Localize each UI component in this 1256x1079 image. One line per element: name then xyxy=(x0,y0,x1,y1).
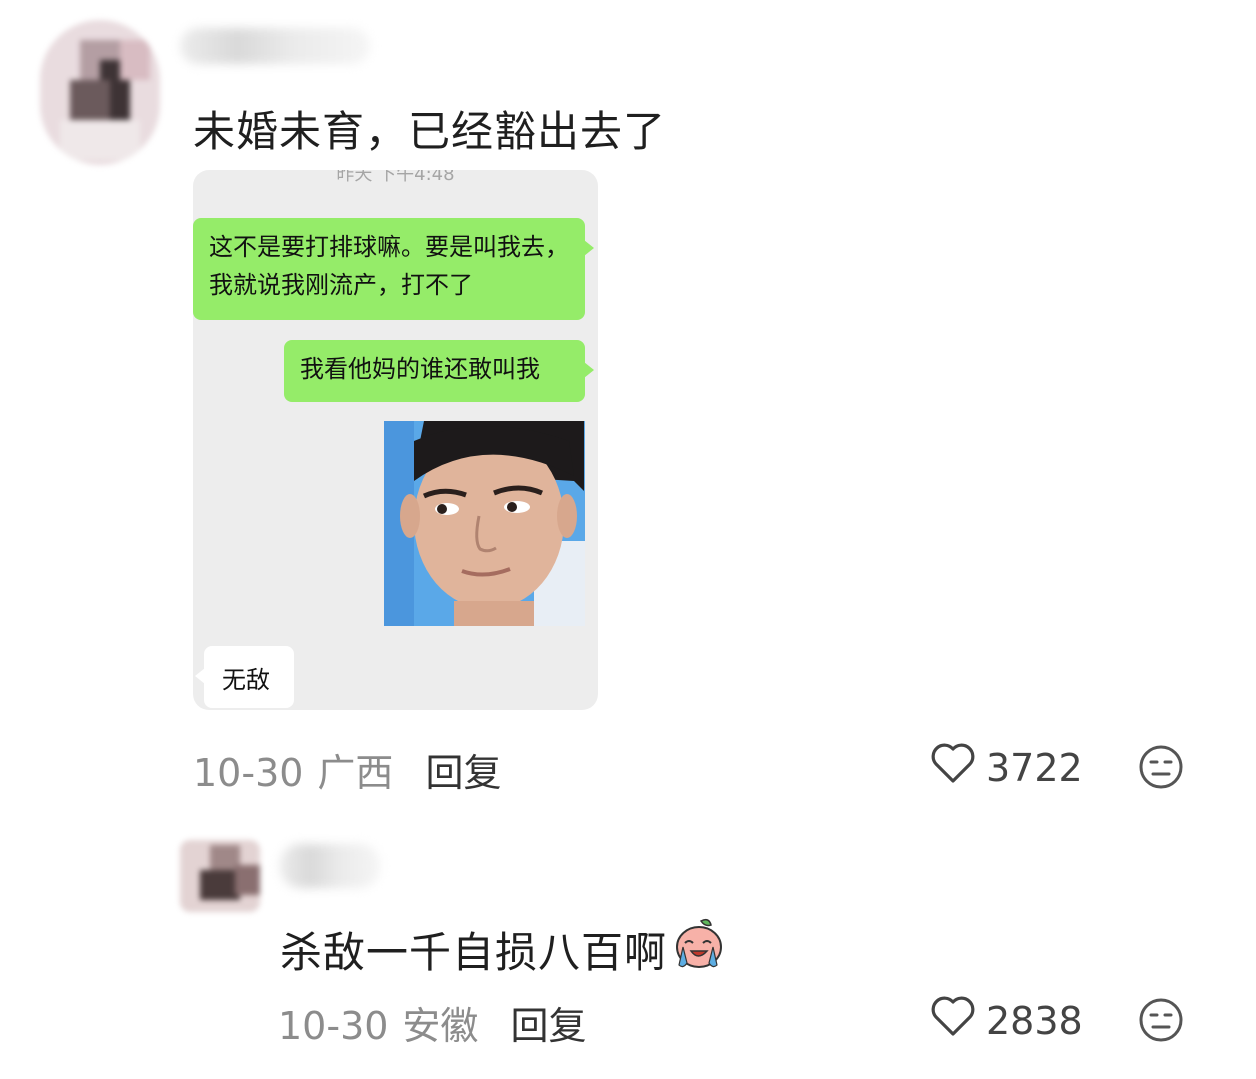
chat-timestamp: 昨天 下午4:48 xyxy=(336,170,455,185)
comment-region: 广西 xyxy=(317,751,394,795)
reply-button[interactable]: 回复 xyxy=(425,751,501,795)
commenter-username[interactable] xyxy=(180,28,370,64)
neutral-face-icon[interactable] xyxy=(1138,744,1184,794)
commenter-avatar[interactable] xyxy=(40,20,160,165)
heart-outline-icon xyxy=(930,995,986,1046)
comment-text: 未婚未育，已经豁出去了 xyxy=(193,107,667,156)
comment-region: 安徽 xyxy=(402,1004,479,1048)
chat-message-text: 我看他妈的谁还敢叫我 xyxy=(300,355,540,383)
chat-message-text: 无敌 xyxy=(222,665,270,694)
reply-commenter-username[interactable] xyxy=(280,844,380,888)
like-count: 2838 xyxy=(986,998,1083,1043)
chat-message-outgoing: 这不是要打排球嘛。要是叫我去，我就说我刚流产，打不了 xyxy=(193,218,594,320)
reply-commenter-avatar[interactable] xyxy=(180,840,260,912)
reply-comment-meta: 10-30 安徽 回复 xyxy=(278,995,586,1050)
chat-message-incoming: 无敌 xyxy=(195,646,294,708)
like-count: 3722 xyxy=(986,745,1083,790)
reply-button[interactable]: 回复 xyxy=(510,1004,586,1048)
chat-message-text: 这不是要打排球嘛。要是叫我去，我就说我刚流产，打不了 xyxy=(209,233,569,299)
like-button[interactable]: 2838 xyxy=(930,995,1083,1046)
comment-meta: 10-30 广西 回复 xyxy=(193,742,501,797)
heart-outline-icon xyxy=(930,742,986,793)
reply-comment-text: 杀敌一千自损八百啊 xyxy=(280,917,725,981)
comment-date: 10-30 xyxy=(278,1004,389,1048)
chat-sticker-face-image xyxy=(384,421,585,626)
like-button[interactable]: 3722 xyxy=(930,742,1083,793)
comment-date: 10-30 xyxy=(193,751,304,795)
crying-face-sticker-icon xyxy=(671,917,725,981)
neutral-face-icon[interactable] xyxy=(1138,997,1184,1047)
comment-image-chat-screenshot[interactable]: 昨天 下午4:48 这不是要打排球嘛。要是叫我去，我就说我刚流产，打不了 我看他… xyxy=(193,170,598,710)
chat-message-outgoing: 我看他妈的谁还敢叫我 xyxy=(284,340,594,402)
reply-comment-body: 杀敌一千自损八百啊 xyxy=(280,927,668,977)
